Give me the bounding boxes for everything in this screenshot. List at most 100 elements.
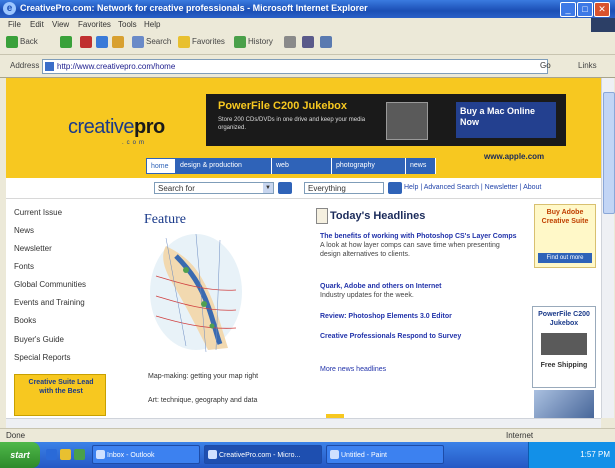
page-viewport: creativepro .com PowerFile C200 Jukebox …: [6, 78, 601, 418]
go-button[interactable]: Go: [540, 59, 570, 72]
taskbar-button[interactable]: Untitled - Paint: [326, 445, 444, 464]
status-bar: Done Internet: [0, 428, 615, 443]
right-ad-button[interactable]: Find out more: [538, 253, 592, 263]
forward-arrow-icon[interactable]: [60, 36, 72, 48]
feature-links[interactable]: Art: technique, geography and data: [148, 396, 278, 405]
feature-map-image[interactable]: [146, 226, 242, 356]
tab-photography[interactable]: photography: [332, 158, 406, 174]
favorites-button[interactable]: Favorites: [192, 37, 225, 46]
start-button[interactable]: start: [0, 442, 40, 468]
menu-tools[interactable]: Tools: [118, 20, 137, 29]
scrollbar-thumb[interactable]: [603, 92, 615, 214]
menu-view[interactable]: View: [52, 20, 69, 29]
history-button[interactable]: History: [248, 37, 273, 46]
news-link[interactable]: Creative Professionals Respond to Survey: [320, 332, 520, 341]
nav-item[interactable]: Books: [14, 316, 109, 325]
taskbar-button-label: Untitled - Paint: [341, 452, 387, 459]
logo-text-creative: creative: [68, 116, 135, 138]
desktop-quicklaunch-icon[interactable]: [74, 449, 85, 460]
logo-text-pro: pro: [134, 116, 165, 138]
right-ad-product-image: [541, 333, 587, 355]
search-category-value: Search for: [158, 184, 195, 193]
address-input[interactable]: http://www.creativepro.com/home: [42, 59, 548, 74]
edit-icon[interactable]: [320, 36, 332, 48]
taskbar-button[interactable]: Inbox - Outlook: [92, 445, 200, 464]
window-title: CreativePro.com: Network for creative pr…: [20, 3, 368, 13]
back-button[interactable]: Back: [20, 37, 38, 46]
security-zone: Internet: [506, 431, 534, 440]
news-title: Today's Headlines: [330, 210, 426, 222]
taskbar-button-label: Inbox - Outlook: [107, 452, 155, 459]
header-link[interactable]: www.apple.com: [484, 152, 544, 161]
nav-item[interactable]: Special Reports: [14, 353, 109, 362]
search-icon[interactable]: [132, 36, 144, 48]
right-ad-image[interactable]: [534, 390, 594, 418]
nav-item[interactable]: Newsletter: [14, 244, 109, 253]
menu-favorites[interactable]: Favorites: [78, 20, 111, 29]
close-button[interactable]: ✕: [594, 2, 610, 17]
news-item: Creative Professionals Respond to Survey: [320, 332, 520, 341]
right-ad-jukebox[interactable]: PowerFile C200 Jukebox Free Shipping: [532, 306, 596, 388]
banner-cta[interactable]: Buy a Mac Online Now: [456, 102, 556, 138]
news-item: Quark, Adobe and others on Internet Indu…: [320, 282, 520, 300]
outlook-quicklaunch-icon[interactable]: [60, 449, 71, 460]
links-button[interactable]: Links: [578, 61, 597, 70]
stop-icon[interactable]: [80, 36, 92, 48]
news-link[interactable]: The benefits of working with Photoshop C…: [320, 232, 520, 241]
feature-caption[interactable]: Map-making: getting your map right: [148, 372, 278, 381]
taskbar-button[interactable]: CreativePro.com - Micro...: [204, 445, 322, 464]
site-header: creativepro .com PowerFile C200 Jukebox …: [6, 78, 601, 178]
nav-item[interactable]: News: [14, 226, 109, 235]
news-link[interactable]: Review: Photoshop Elements 3.0 Editor: [320, 312, 520, 321]
ie-quicklaunch-icon[interactable]: [46, 449, 57, 460]
taskbar: start Inbox - Outlook CreativePro.com - …: [0, 442, 615, 468]
clock: 1:57 PM: [580, 450, 610, 459]
favorites-star-icon[interactable]: [178, 36, 190, 48]
status-text: Done: [6, 431, 26, 440]
windows-flag-icon: [591, 18, 615, 32]
left-ad[interactable]: Creative Suite Lead with the Best: [14, 374, 106, 416]
address-url: http://www.creativepro.com/home: [57, 62, 176, 71]
menu-edit[interactable]: Edit: [30, 20, 44, 29]
site-logo[interactable]: creativepro: [68, 116, 165, 139]
nav-item[interactable]: Buyer's Guide: [14, 335, 109, 344]
maximize-button[interactable]: □: [577, 2, 593, 17]
back-arrow-icon[interactable]: [6, 36, 18, 48]
banner-copy: Store 200 CDs/DVDs in one drive and keep…: [218, 117, 366, 131]
menu-file[interactable]: File: [8, 20, 21, 29]
nav-item[interactable]: Events and Training: [14, 298, 109, 307]
print-icon[interactable]: [302, 36, 314, 48]
right-ad-adobe[interactable]: Buy Adobe Creative Suite Find out more: [534, 204, 596, 268]
more-news-link[interactable]: More news headlines: [320, 366, 386, 373]
tab-home[interactable]: home: [146, 158, 176, 174]
nav-item[interactable]: Current Issue: [14, 208, 109, 217]
toolbar: Back Search Favorites History: [0, 32, 615, 55]
address-bar: Address http://www.creativepro.com/home …: [0, 55, 615, 78]
home-icon[interactable]: [112, 36, 124, 48]
menu-help[interactable]: Help: [144, 20, 160, 29]
vertical-scrollbar[interactable]: [601, 78, 615, 418]
news-link[interactable]: Quark, Adobe and others on Internet: [320, 282, 520, 291]
right-ad-title: Buy Adobe Creative Suite: [541, 209, 589, 225]
system-tray: 1:57 PM: [528, 442, 615, 468]
search-button[interactable]: Search: [146, 37, 171, 46]
banner-ad[interactable]: PowerFile C200 Jukebox Store 200 CDs/DVD…: [206, 94, 566, 146]
window-icon: [208, 450, 217, 459]
search-category-select[interactable]: Search for ▼: [154, 182, 274, 194]
mail-icon[interactable]: [284, 36, 296, 48]
minimize-button[interactable]: _: [560, 2, 576, 17]
tab-design-production[interactable]: design & production: [176, 158, 272, 174]
nav-item[interactable]: Fonts: [14, 262, 109, 271]
refresh-icon[interactable]: [96, 36, 108, 48]
search-scope-select[interactable]: Everything: [304, 182, 384, 194]
page-favicon-icon: [45, 62, 54, 71]
news-item: Review: Photoshop Elements 3.0 Editor: [320, 312, 520, 321]
tab-web[interactable]: web: [272, 158, 332, 174]
search-go-button[interactable]: [278, 182, 292, 194]
nav-item[interactable]: Global Communities: [14, 280, 109, 289]
search-links[interactable]: Help | Advanced Search | Newsletter | Ab…: [404, 184, 541, 191]
tab-news[interactable]: news: [406, 158, 436, 174]
history-icon[interactable]: [234, 36, 246, 48]
search-submit-button[interactable]: [388, 182, 402, 194]
right-ad-subtext: Free Shipping: [540, 362, 588, 369]
